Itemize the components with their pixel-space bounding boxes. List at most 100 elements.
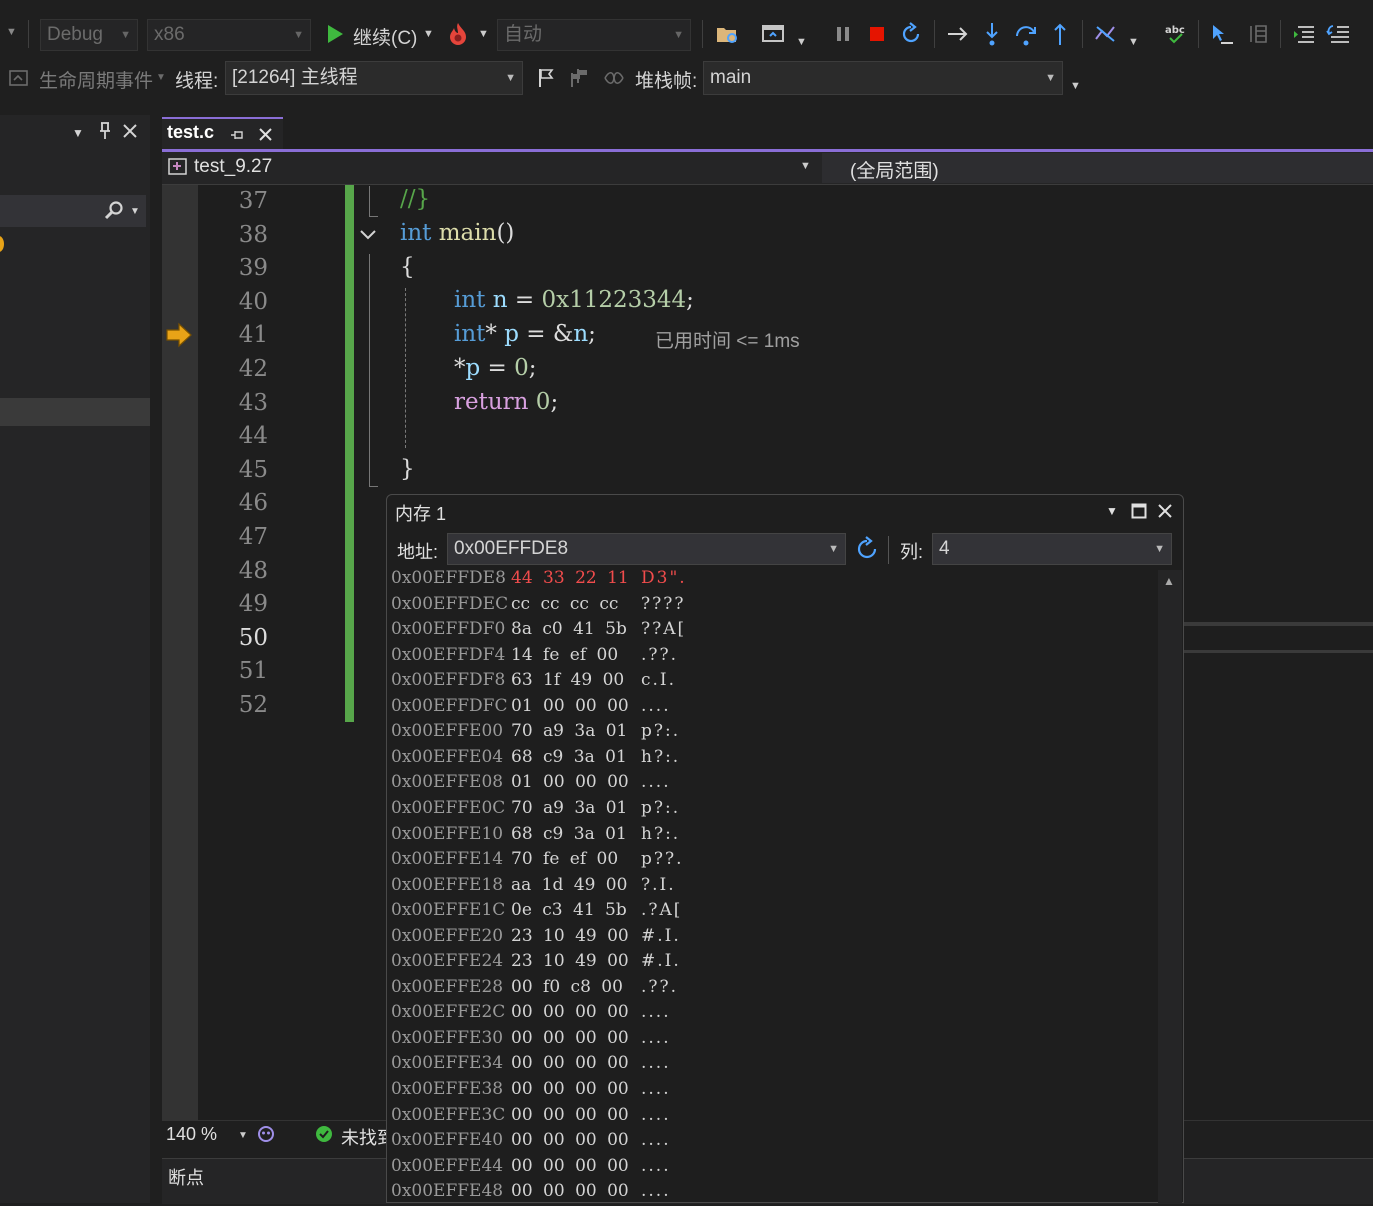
stack-icon[interactable] — [600, 63, 628, 93]
memory-hex-bytes[interactable]: 00 00 00 00 — [511, 1130, 629, 1150]
memory-hex-bytes[interactable]: 70 a9 3a 01 — [511, 721, 627, 741]
execution-arrow-icon — [165, 322, 193, 353]
toolbar-overflow-icon[interactable]: ▼ — [1070, 80, 1081, 92]
memory-chars: p?:. — [641, 721, 681, 741]
refresh-icon[interactable] — [854, 536, 880, 567]
copilot-icon[interactable] — [256, 1124, 276, 1149]
search-icon[interactable] — [103, 200, 125, 227]
close-icon[interactable] — [122, 123, 138, 144]
step-over-icon[interactable] — [1012, 19, 1040, 49]
memory-hex-bytes[interactable]: 44 33 22 11 — [511, 568, 629, 588]
config-combo[interactable]: Debug ▼ — [40, 19, 138, 51]
left-selected-row[interactable] — [0, 398, 150, 426]
memory-hex-bytes[interactable]: 01 00 00 00 — [511, 772, 629, 792]
memory-hex-bytes[interactable]: 00 00 00 00 — [511, 1028, 629, 1048]
tab-test-c[interactable]: test.c — [162, 117, 283, 149]
memory-hex-bytes[interactable]: 70 fe ef 00 — [511, 849, 618, 869]
code-line-43: return 0; — [454, 389, 559, 415]
pin-icon[interactable] — [97, 121, 113, 146]
zoom-level[interactable]: 140 % — [166, 1124, 217, 1145]
memory-address: 0x00EFFE30 — [391, 1028, 504, 1048]
continue-icon[interactable] — [321, 19, 349, 49]
toolbar-overflow-arrow[interactable]: ▼ — [6, 26, 17, 38]
memory-address: 0x00EFFE38 — [391, 1079, 504, 1099]
restart-icon[interactable] — [897, 19, 925, 49]
line-number: 45 — [238, 457, 268, 483]
process-dropdown-icon[interactable]: ▼ — [796, 36, 807, 48]
fold-guide — [369, 254, 378, 487]
memory-hex-bytes[interactable]: 00 00 00 00 — [511, 1105, 629, 1125]
memory-hex-bytes[interactable]: 68 c9 3a 01 — [511, 824, 627, 844]
memory-hex-bytes[interactable]: 00 f0 c8 00 — [511, 977, 623, 997]
column-icon[interactable] — [1244, 19, 1272, 49]
memory-hex-bytes[interactable]: 0e c3 41 5b — [511, 900, 627, 920]
close-icon[interactable] — [258, 126, 273, 147]
memory-hex-bytes[interactable]: 68 c9 3a 01 — [511, 747, 627, 767]
auto-combo[interactable]: 自动 ▼ — [497, 19, 691, 51]
continue-dropdown-icon[interactable]: ▼ — [423, 28, 434, 40]
lifecycle-events-button[interactable]: 生命周期事件 — [39, 66, 153, 93]
platform-combo[interactable]: x86 ▼ — [147, 19, 311, 51]
memory-hex-bytes[interactable]: 8a c0 41 5b — [511, 619, 627, 639]
project-combo[interactable]: test_9.27 ▼ — [164, 153, 816, 183]
continue-button[interactable]: 继续(C) — [353, 23, 417, 50]
address-combo[interactable]: 0x00EFFDE8 ▼ — [447, 533, 846, 565]
window-menu-icon[interactable]: ▼ — [1106, 504, 1118, 518]
lifecycle-events-icon[interactable] — [6, 63, 32, 93]
spell-check-icon[interactable]: abc — [1162, 19, 1190, 49]
memory-chars: c.I. — [641, 670, 677, 690]
memory-address: 0x00EFFE08 — [391, 772, 504, 792]
diagnostic-icon[interactable] — [1092, 19, 1120, 49]
zoom-dropdown-icon[interactable]: ▼ — [238, 1130, 248, 1141]
memory-hex-bytes[interactable]: 63 1f 49 00 — [511, 670, 624, 690]
memory-hex-bytes[interactable]: cc cc cc cc — [511, 594, 618, 614]
close-icon[interactable] — [1157, 503, 1173, 524]
memory-hex-bytes[interactable]: aa 1d 49 00 — [511, 875, 627, 895]
stackframe-combo[interactable]: main ▼ — [703, 61, 1063, 95]
memory-hex-bytes[interactable]: 00 00 00 00 — [511, 1079, 629, 1099]
memory-hex-bytes[interactable]: 01 00 00 00 — [511, 696, 629, 716]
cursor-to-line-icon[interactable] — [1208, 19, 1236, 49]
lifecycle-dropdown-icon[interactable]: ▼ — [156, 72, 166, 83]
format-icon[interactable] — [1324, 19, 1352, 49]
step-out-icon[interactable] — [1046, 19, 1074, 49]
open-folder-icon[interactable] — [713, 19, 741, 49]
flag-icon[interactable] — [532, 63, 560, 93]
memory-hex-bytes[interactable]: 70 a9 3a 01 — [511, 798, 627, 818]
memory-hex-bytes[interactable]: 23 10 49 00 — [511, 951, 629, 971]
memory-hex-bytes[interactable]: 00 00 00 00 — [511, 1156, 629, 1176]
thread-combo[interactable]: [21264] 主线程 ▼ — [225, 61, 523, 95]
hot-reload-icon[interactable] — [444, 19, 472, 49]
scroll-up-icon[interactable]: ▲ — [1163, 574, 1175, 588]
process-icon[interactable] — [759, 19, 787, 49]
scope-combo[interactable]: (全局范围) — [822, 153, 1373, 183]
fold-collapse-icon[interactable] — [358, 226, 378, 249]
memory-scrollbar[interactable] — [1158, 570, 1182, 1203]
thread-flag-icon[interactable] — [566, 63, 594, 93]
hot-reload-dropdown-icon[interactable]: ▼ — [478, 28, 489, 40]
step-into-icon[interactable] — [978, 19, 1006, 49]
maximize-icon[interactable] — [1131, 503, 1147, 524]
address-label: 地址: — [397, 542, 439, 562]
panel-menu-icon[interactable]: ▼ — [72, 126, 84, 140]
indent-icon[interactable] — [1290, 19, 1318, 49]
break-all-icon[interactable] — [829, 19, 857, 49]
columns-combo[interactable]: 4 ▼ — [932, 533, 1172, 565]
show-next-statement-icon[interactable] — [944, 19, 972, 49]
line-number: 40 — [238, 289, 268, 315]
memory-hex-bytes[interactable]: 00 00 00 00 — [511, 1053, 629, 1073]
tab-pin-icon[interactable] — [230, 126, 244, 147]
memory-hex-bytes[interactable]: 00 00 00 00 — [511, 1181, 629, 1201]
memory-hex-bytes[interactable]: 23 10 49 00 — [511, 926, 629, 946]
breakpoints-panel-title[interactable]: 断点 — [168, 1164, 204, 1190]
left-tool-panel — [0, 115, 150, 1203]
issues-status-text[interactable]: 未找到 — [341, 1124, 386, 1150]
memory-chars: .... — [641, 1079, 671, 1099]
diagnostic-dropdown-icon[interactable]: ▼ — [1128, 36, 1139, 48]
search-dropdown-icon[interactable]: ▼ — [130, 206, 140, 217]
stop-icon[interactable] — [863, 19, 891, 49]
memory-hex-bytes[interactable]: 14 fe ef 00 — [511, 645, 618, 665]
perf-tip[interactable]: 已用时间 <= 1ms — [655, 326, 800, 353]
memory-chars: p?:. — [641, 798, 681, 818]
memory-hex-bytes[interactable]: 00 00 00 00 — [511, 1002, 629, 1022]
